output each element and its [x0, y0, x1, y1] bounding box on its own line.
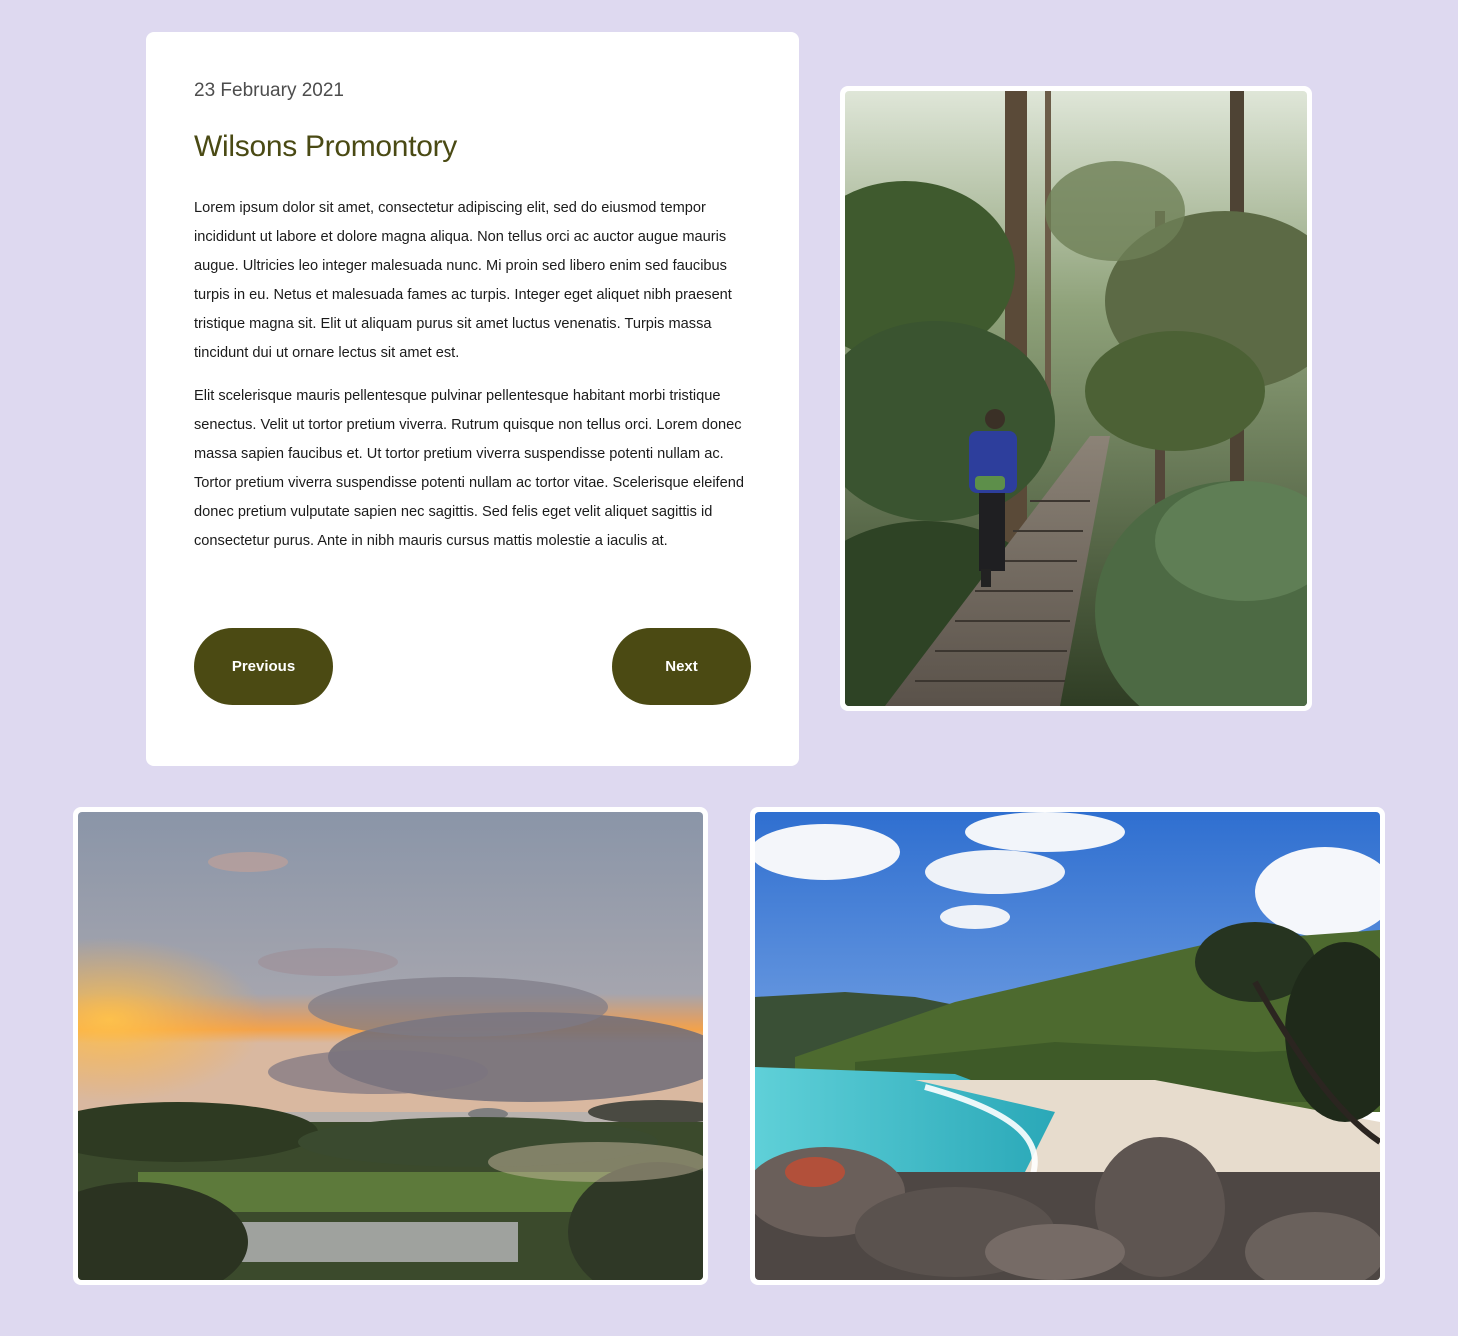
previous-button[interactable]: Previous	[194, 628, 333, 705]
photo-sunset-coast	[73, 807, 708, 1285]
photo-forest-boardwalk	[840, 86, 1312, 711]
post-paragraph-1: Lorem ipsum dolor sit amet, consectetur …	[194, 200, 732, 361]
post-paragraph-2: Elit scelerisque mauris pellentesque pul…	[194, 388, 744, 549]
post-date: 23 February 2021	[194, 80, 344, 101]
post-card: 23 February 2021 Wilsons Promontory Lore…	[146, 32, 799, 766]
next-button[interactable]: Next	[612, 628, 751, 705]
photo-beach-bay	[750, 807, 1385, 1285]
post-title: Wilsons Promontory	[194, 130, 458, 163]
